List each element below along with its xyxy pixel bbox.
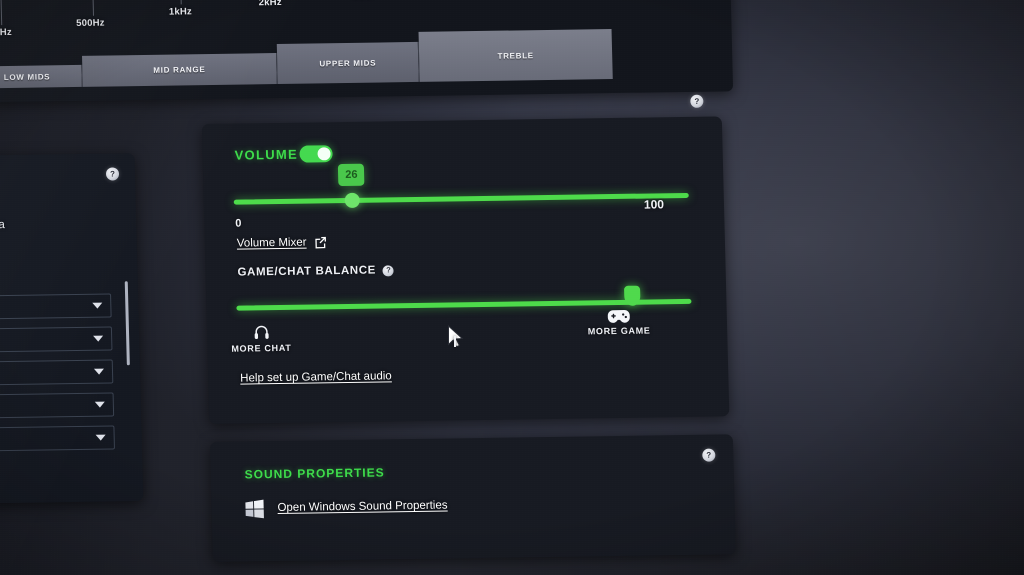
eq-freq-label: 4kHz: [350, 0, 373, 1]
eq-band-low-mids[interactable]: LOW MIDS: [0, 64, 83, 89]
eq-tick-line: [179, 0, 182, 5]
volume-toggle-switch[interactable]: [299, 145, 333, 163]
eq-band-mid-range[interactable]: MID RANGE: [82, 53, 278, 87]
game-chat-slider-thumb[interactable]: [623, 285, 641, 306]
toggle-knob: [317, 147, 331, 161]
more-chat-end: MORE CHAT: [223, 323, 300, 354]
more-chat-label: MORE CHAT: [231, 342, 292, 354]
eq-band-label: TREBLE: [497, 50, 534, 61]
volume-panel: ? VOLUME 26 0 100 Volume Mixer GAME/CHAT…: [201, 94, 730, 425]
eq-band-upper-mids[interactable]: UPPER MIDS: [276, 41, 420, 84]
select-thx-immersive[interactable]: HX Immersive Mode: [0, 392, 115, 421]
question-icon[interactable]: ?: [690, 94, 704, 108]
volume-min-label: 0: [235, 217, 242, 230]
volume-mixer-link[interactable]: Volume Mixer: [237, 235, 327, 249]
game-chat-balance-header: GAME/CHAT BALANCE ?: [237, 264, 395, 279]
select-value: ollow existing Audio EQ: [0, 366, 88, 381]
select-audio-eq-2[interactable]: ollow existing Audio EQ: [0, 359, 114, 388]
select-value: HX Competitive Mode: [0, 333, 87, 348]
select-value: ollow existing Audio EQ: [0, 432, 90, 447]
question-icon[interactable]: ?: [702, 448, 716, 462]
game-chat-balance-title: GAME/CHAT BALANCE: [237, 264, 377, 279]
eq-freq-label: 2kHz: [258, 0, 282, 9]
text-caret-icon: [454, 336, 456, 347]
external-link-icon: [315, 236, 326, 249]
eq-band-label: UPPER MIDS: [319, 58, 377, 68]
audio-profile-panel: ? r will load automatically when a dio O…: [0, 153, 144, 506]
more-game-end: MORE GAME: [565, 307, 674, 337]
select-value: ollow existing Audio EQ: [0, 300, 86, 315]
question-icon[interactable]: ?: [382, 264, 395, 276]
eq-freq-label: 500Hz: [76, 17, 105, 29]
headphones-icon: [254, 325, 269, 340]
sound-properties-panel: ? SOUND PROPERTIES Open Windows Sound Pr…: [209, 434, 736, 562]
eq-band-treble[interactable]: TREBLE: [418, 29, 613, 82]
eq-tick-line: [0, 0, 3, 26]
volume-slider-thumb[interactable]: [344, 192, 361, 209]
eq-tick-line: [91, 0, 95, 16]
eq-freq-label: 1kHz: [168, 6, 193, 18]
chevron-down-icon: [93, 368, 105, 375]
panel-scrollbar[interactable]: [124, 281, 130, 366]
volume-slider-track: [233, 192, 689, 205]
profile-description: r will load automatically when a: [0, 219, 5, 233]
select-thx-competitive[interactable]: HX Competitive Mode: [0, 326, 113, 355]
volume-slider[interactable]: 26: [233, 163, 689, 209]
eq-band-label: LOW MIDS: [3, 71, 51, 82]
volume-max-label: 100: [643, 197, 665, 212]
eq-freq-label: 250Hz: [0, 26, 13, 39]
volume-value-tooltip: 26: [338, 163, 365, 187]
windows-logo-icon: [245, 499, 264, 519]
select-audio-eq-1[interactable]: ollow existing Audio EQ: [0, 293, 112, 322]
help-game-chat-link[interactable]: Help set up Game/Chat audio: [240, 370, 392, 384]
select-value: HX Immersive Mode: [0, 399, 89, 414]
chevron-down-icon: [95, 434, 106, 441]
chevron-down-icon: [92, 302, 103, 309]
chevron-down-icon: [94, 401, 105, 408]
equalizer-panel: 250Hz 500Hz 1kHz 2kHz 4kHz 8kHz 16kHz -1…: [0, 0, 734, 104]
open-sound-properties-label: Open Windows Sound Properties: [277, 499, 448, 515]
gamepad-icon: [607, 310, 630, 323]
eq-band-group: LOW MIDS MID RANGE UPPER MIDS TREBLE: [0, 29, 613, 89]
open-sound-properties-row[interactable]: Open Windows Sound Properties: [243, 495, 448, 520]
more-game-label: MORE GAME: [587, 325, 651, 337]
question-icon[interactable]: ?: [105, 167, 120, 181]
sound-properties-title: SOUND PROPERTIES: [244, 465, 385, 482]
photographed-screen: 250Hz 500Hz 1kHz 2kHz 4kHz 8kHz 16kHz -1…: [0, 0, 777, 575]
select-audio-eq-3[interactable]: ollow existing Audio EQ: [0, 425, 115, 454]
chevron-down-icon: [93, 335, 104, 342]
eq-band-label: MID RANGE: [153, 65, 206, 75]
volume-title: VOLUME: [234, 146, 299, 163]
volume-mixer-label: Volume Mixer: [236, 236, 307, 250]
